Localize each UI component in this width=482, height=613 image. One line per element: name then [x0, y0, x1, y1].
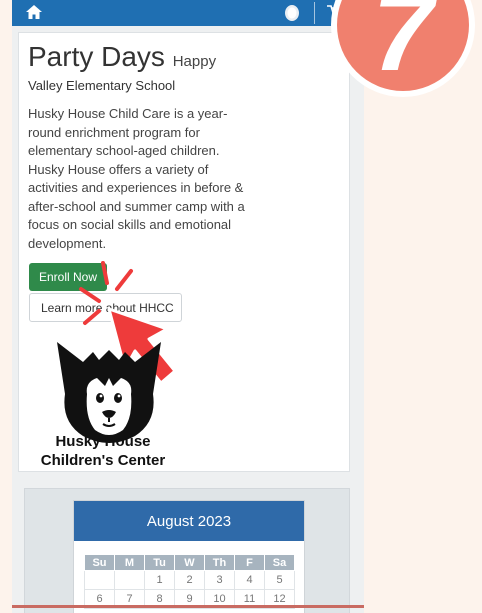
program-description: Husky House Child Care is a year-round e… [28, 106, 245, 251]
page-title: Party Days Happy [28, 41, 216, 73]
step-number: 7 [372, 0, 438, 94]
calendar-day[interactable] [114, 570, 145, 590]
calendar-grid: Su M Tu W Th F Sa 1 2 3 4 5 6 7 8 9 10 1… [84, 554, 295, 609]
mobile-page: Party Days Happy Valley Elementary Schoo… [12, 0, 364, 613]
calendar-month-title[interactable]: August 2023 [74, 501, 304, 541]
page-subtitle: Valley Elementary School [28, 78, 176, 93]
weekday-label: Th [204, 554, 235, 571]
brand-name-line2: Children's Center [40, 452, 166, 469]
step-number-badge: 7 [331, 0, 475, 97]
user-icon[interactable] [284, 4, 300, 22]
weekday-label: M [114, 554, 145, 571]
calendar-day[interactable]: 3 [204, 570, 235, 590]
program-card: Party Days Happy Valley Elementary Schoo… [18, 32, 350, 472]
bottom-divider [12, 605, 364, 608]
calendar-day[interactable]: 2 [174, 570, 205, 590]
calendar-weekday-row: Su M Tu W Th F Sa [84, 554, 295, 571]
page-title-suffix: Happy [172, 53, 217, 70]
calendar-widget: August 2023 Su M Tu W Th F Sa 1 2 3 4 5 … [73, 500, 305, 613]
brand-name-line1: Husky House [55, 433, 151, 450]
weekday-label: W [174, 554, 205, 571]
calendar-card: August 2023 Su M Tu W Th F Sa 1 2 3 4 5 … [24, 488, 350, 613]
weekday-label: Tu [144, 554, 175, 571]
calendar-day[interactable]: 4 [234, 570, 265, 590]
husky-dog-logo [57, 342, 161, 443]
home-icon[interactable] [25, 4, 43, 20]
header-divider [314, 2, 315, 24]
page-title-main: Party Days [28, 41, 165, 72]
calendar-day[interactable] [84, 570, 115, 590]
weekday-label: Sa [264, 554, 295, 571]
calendar-day[interactable]: 1 [144, 570, 175, 590]
weekday-label: Su [84, 554, 115, 571]
calendar-day[interactable]: 5 [264, 570, 295, 590]
calendar-week-row: 1 2 3 4 5 [84, 570, 295, 590]
top-navigation-bar [12, 0, 364, 26]
weekday-label: F [234, 554, 265, 571]
